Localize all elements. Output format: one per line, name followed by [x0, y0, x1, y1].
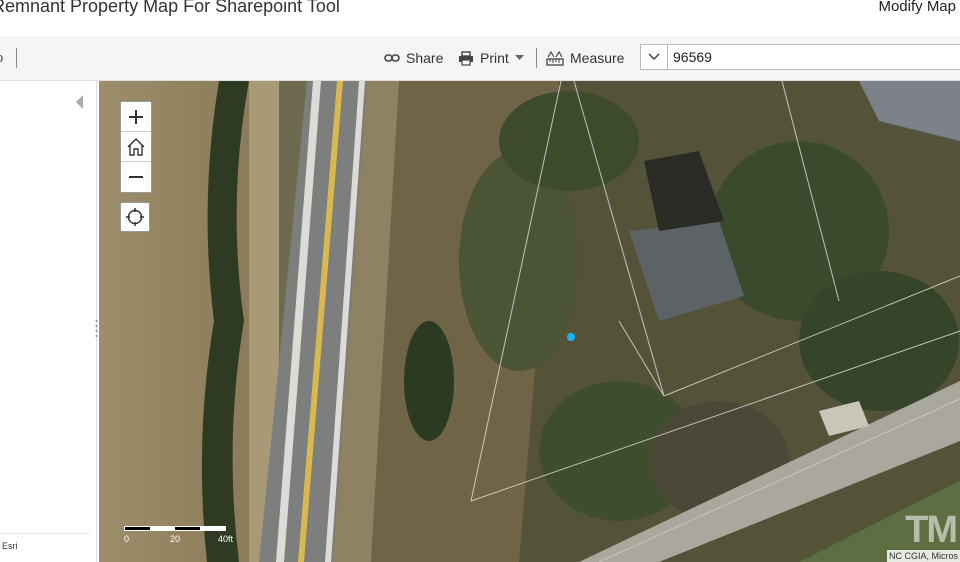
side-panel: Esri — [0, 81, 97, 562]
map-attribution[interactable]: NC CGIA, Micros — [886, 550, 960, 562]
print-button[interactable]: Print — [458, 48, 524, 68]
caret-down-icon — [514, 55, 524, 61]
search-source-dropdown[interactable] — [641, 45, 668, 69]
zoom-out-button[interactable] — [121, 162, 151, 192]
link-icon — [384, 53, 400, 63]
share-label: Share — [406, 50, 444, 66]
toolbar-left-fragment[interactable]: o — [0, 50, 3, 65]
scale-label-0: 0 — [124, 534, 130, 544]
chevron-left-icon[interactable] — [76, 95, 84, 114]
modify-map-link[interactable]: Modify Map — [878, 0, 956, 15]
scale-label-40: 40ft — [218, 534, 234, 544]
map-view[interactable]: 0 20 40ft TM NC CGIA, Micros — [99, 81, 960, 562]
zoom-controls — [120, 101, 152, 193]
title-bar: Remnant Property Map For Sharepoint Tool… — [0, 0, 960, 36]
panel-divider — [0, 533, 90, 534]
locate-icon — [126, 208, 144, 226]
aerial-imagery — [99, 81, 960, 562]
scale-bar-labels: 0 20 40ft — [124, 534, 244, 544]
print-label: Print — [480, 50, 509, 66]
panel-splitter[interactable] — [95, 318, 98, 340]
chevron-down-icon — [648, 53, 660, 61]
locate-button[interactable] — [120, 202, 150, 232]
esri-label: Esri — [2, 541, 18, 551]
imagery-watermark: TM — [905, 509, 958, 551]
home-button[interactable] — [121, 132, 151, 162]
toolbar-divider — [16, 48, 17, 68]
search-input[interactable] — [669, 45, 960, 69]
scale-bar-graphic — [124, 526, 226, 531]
toolbar-divider — [536, 48, 537, 68]
printer-icon — [458, 50, 474, 66]
scale-label-20: 20 — [170, 534, 181, 544]
home-icon — [127, 137, 145, 156]
plus-icon — [129, 109, 143, 124]
search-box — [640, 44, 960, 70]
minus-icon — [129, 176, 143, 178]
toolbar: o Share Print Measure — [0, 36, 960, 81]
zoom-in-button[interactable] — [121, 102, 151, 132]
location-marker[interactable] — [567, 333, 575, 341]
scale-bar: 0 20 40ft — [124, 524, 233, 544]
measure-label: Measure — [570, 50, 625, 66]
share-button[interactable]: Share — [384, 48, 443, 68]
measure-button[interactable]: Measure — [546, 48, 624, 68]
ruler-icon — [546, 50, 564, 66]
app-title: Remnant Property Map For Sharepoint Tool — [0, 0, 340, 16]
